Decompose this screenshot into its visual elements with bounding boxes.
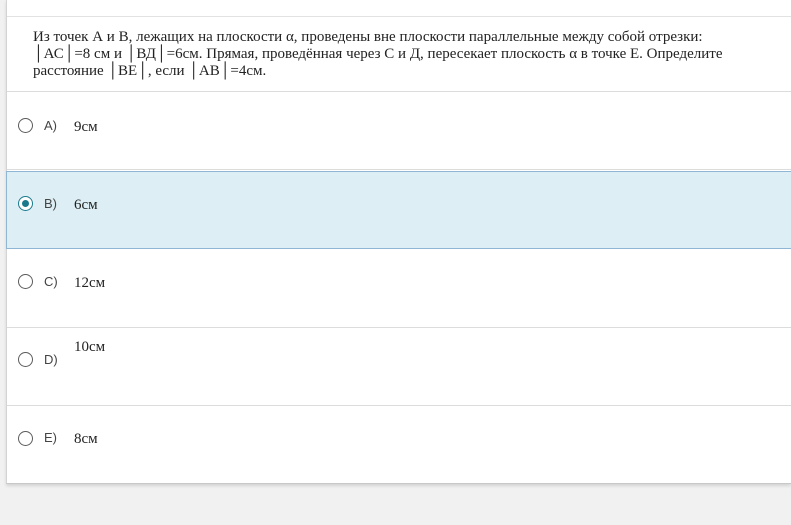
option-value-b: 6см [74, 197, 98, 213]
option-value-a: 9см [74, 119, 98, 135]
radio-button-d[interactable] [18, 352, 33, 367]
radio-button-c[interactable] [18, 274, 33, 289]
answer-option-e[interactable]: E) 8см [7, 406, 791, 484]
radio-button-a[interactable] [18, 118, 33, 133]
option-value-c: 12см [74, 275, 106, 291]
option-letter-a: A) [44, 118, 57, 133]
answer-option-a[interactable]: A) 9см [7, 92, 791, 170]
radio-button-b[interactable] [18, 196, 33, 211]
option-value-e: 8см [74, 431, 98, 447]
question-text: Из точек А и В, лежащих на плоскости α, … [33, 29, 723, 79]
option-letter-b: B) [44, 196, 57, 211]
option-letter-d: D) [44, 352, 58, 367]
card-top-strip [7, 0, 791, 17]
option-letter-e: E) [44, 430, 57, 445]
answer-option-c[interactable]: C) 12см [7, 250, 791, 328]
answer-option-d[interactable]: D) 10см [7, 328, 791, 406]
option-letter-c: C) [44, 274, 58, 289]
answer-option-b[interactable]: B) 6см [6, 171, 791, 249]
radio-selected-dot-icon [21, 199, 29, 207]
option-value-d: 10см [74, 339, 106, 355]
question-card: Из точек А и В, лежащих на плоскости α, … [6, 0, 791, 484]
radio-button-e[interactable] [18, 431, 33, 446]
